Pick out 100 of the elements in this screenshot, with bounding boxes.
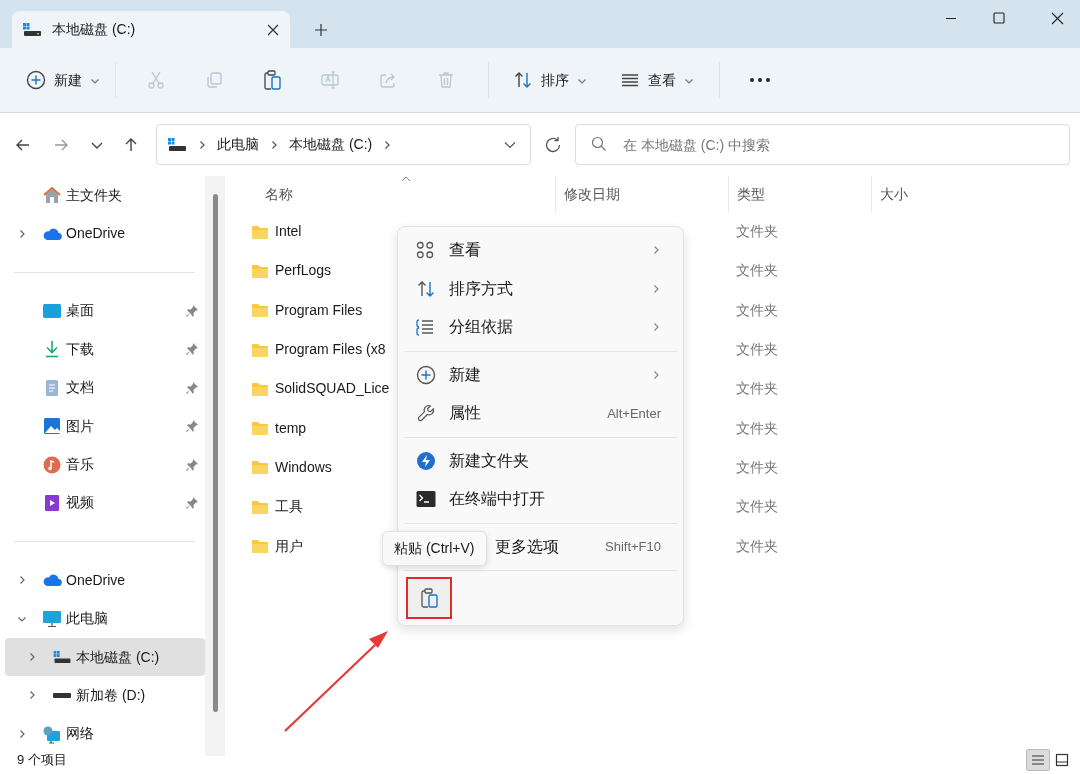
file-name[interactable]: Windows <box>275 456 332 478</box>
column-header[interactable]: 大小 <box>871 176 968 212</box>
menu-item[interactable]: 在终端中打开 <box>402 480 679 519</box>
pin-icon[interactable] <box>185 380 199 395</box>
menu-item[interactable]: 排序方式 <box>402 269 679 308</box>
plus-icon[interactable] <box>314 23 328 37</box>
chevron-right-icon <box>197 139 207 150</box>
sidebar-item[interactable]: OneDrive <box>0 561 205 600</box>
sort-button[interactable]: 排序 <box>511 62 588 98</box>
chevron-right-icon[interactable] <box>17 728 27 739</box>
pin-icon[interactable] <box>185 303 199 318</box>
column-header[interactable]: 修改日期 <box>555 176 728 212</box>
file-name[interactable]: 用户 <box>275 535 303 557</box>
chevron-right-icon <box>651 283 661 294</box>
file-type: 文件夹 <box>735 497 778 517</box>
sidebar-label: 下载 <box>66 339 95 359</box>
tooltip: 粘贴 (Ctrl+V) <box>382 531 487 566</box>
sidebar-item[interactable]: 音乐 <box>0 445 205 484</box>
sidebar-item[interactable]: 桌面 <box>0 291 205 331</box>
new-button[interactable]: 新建 <box>24 62 101 98</box>
folder-icon <box>251 459 269 476</box>
column-header[interactable]: 类型 <box>728 176 871 212</box>
drive-icon <box>52 650 72 665</box>
menu-item[interactable]: 分组依据 <box>402 308 679 347</box>
folder-icon <box>251 302 269 319</box>
sidebar-label: 桌面 <box>66 301 95 321</box>
sidebar-item[interactable]: 图片 <box>0 406 205 446</box>
folder-icon <box>251 538 269 554</box>
file-type: 文件夹 <box>735 457 778 477</box>
paste-button[interactable] <box>406 577 452 619</box>
chevron-right-icon <box>651 245 661 256</box>
home-icon <box>42 185 62 206</box>
menu-item[interactable]: 查看 <box>402 231 679 270</box>
file-name[interactable]: Program Files <box>275 299 363 321</box>
file-type: 文件夹 <box>735 261 778 281</box>
sidebar-item[interactable]: 主文件夹 <box>0 176 205 215</box>
sidebar-item[interactable]: 下载 <box>0 330 205 369</box>
sidebar-label: OneDrive <box>66 224 127 244</box>
sidebar-item[interactable]: 文档 <box>0 368 205 407</box>
file-name[interactable]: temp <box>275 417 307 439</box>
drive-icon <box>52 691 72 700</box>
plus-circle-icon <box>26 70 46 90</box>
chevron-right-icon <box>651 322 661 333</box>
pin-icon[interactable] <box>185 495 199 510</box>
file-name[interactable]: 工具 <box>275 496 303 518</box>
file-type: 文件夹 <box>735 300 778 320</box>
search-field[interactable]: 在 本地磁盘 (C:) 中搜索 <box>575 124 1070 165</box>
sidebar-label: OneDrive <box>66 570 127 590</box>
sidebar-label: 此电脑 <box>66 609 109 629</box>
trash-icon <box>436 70 456 90</box>
tab[interactable]: 本地磁盘 (C:) <box>12 11 290 48</box>
file-type: 文件夹 <box>735 222 778 242</box>
column-header[interactable]: 名称 <box>243 176 555 212</box>
chevron-right-icon[interactable] <box>17 228 27 239</box>
pin-icon[interactable] <box>185 419 199 434</box>
menu-item[interactable]: 新建文件夹 <box>402 441 679 480</box>
sidebar-item[interactable]: 新加卷 (D:) <box>0 676 205 715</box>
breadcrumb[interactable]: 此电脑 <box>217 134 259 155</box>
chevron-right-icon[interactable] <box>27 690 37 701</box>
folder-icon <box>251 262 269 279</box>
search-icon <box>591 136 607 152</box>
folder-icon <box>251 341 269 358</box>
sidebar-item[interactable]: 此电脑 <box>0 599 205 638</box>
folder-icon <box>251 420 269 437</box>
scrollbar-thumb[interactable] <box>212 194 218 712</box>
copy-icon <box>204 70 224 90</box>
clipboard-icon <box>262 69 282 91</box>
drive-icon <box>167 136 187 153</box>
sidebar-label: 网络 <box>66 724 95 744</box>
sidebar-label: 新加卷 (D:) <box>76 686 147 705</box>
file-name[interactable]: Program Files (x8 <box>275 339 386 361</box>
refresh-icon[interactable] <box>544 135 562 154</box>
folder-icon <box>251 380 269 397</box>
drive-icon <box>22 21 42 38</box>
video-icon <box>42 492 62 513</box>
close-icon[interactable] <box>266 22 280 37</box>
address-bar[interactable]: 此电脑 本地磁盘 (C:) <box>156 124 531 165</box>
menu-item[interactable]: 新建 <box>402 355 679 394</box>
file-name[interactable]: Intel <box>275 221 302 243</box>
pin-icon[interactable] <box>185 457 199 472</box>
chevron-right-icon[interactable] <box>27 652 37 663</box>
sidebar-item[interactable]: OneDrive <box>0 214 205 253</box>
file-name[interactable]: PerfLogs <box>275 260 332 282</box>
view-button[interactable]: 查看 <box>618 62 695 98</box>
pin-icon[interactable] <box>185 342 199 357</box>
tab-title: 本地磁盘 (C:) <box>52 20 137 39</box>
chevron-right-icon <box>269 139 279 150</box>
file-type: 文件夹 <box>735 340 778 360</box>
grid-icon <box>416 241 434 260</box>
file-type: 文件夹 <box>735 418 778 438</box>
tile-icon <box>1055 753 1069 767</box>
sidebar-item[interactable]: 本地磁盘 (C:) <box>5 637 205 677</box>
image-icon <box>42 416 62 437</box>
wrench-icon <box>416 403 436 424</box>
sidebar-item[interactable]: 网络 <box>0 714 205 754</box>
breadcrumb[interactable]: 本地磁盘 (C:) <box>289 134 373 155</box>
menu-item[interactable]: 属性 Alt+Enter <box>402 394 679 433</box>
sidebar-item[interactable]: 视频 <box>0 483 205 523</box>
chevron-right-icon[interactable] <box>17 575 27 586</box>
file-name[interactable]: SolidSQUAD_Lice <box>275 378 390 400</box>
